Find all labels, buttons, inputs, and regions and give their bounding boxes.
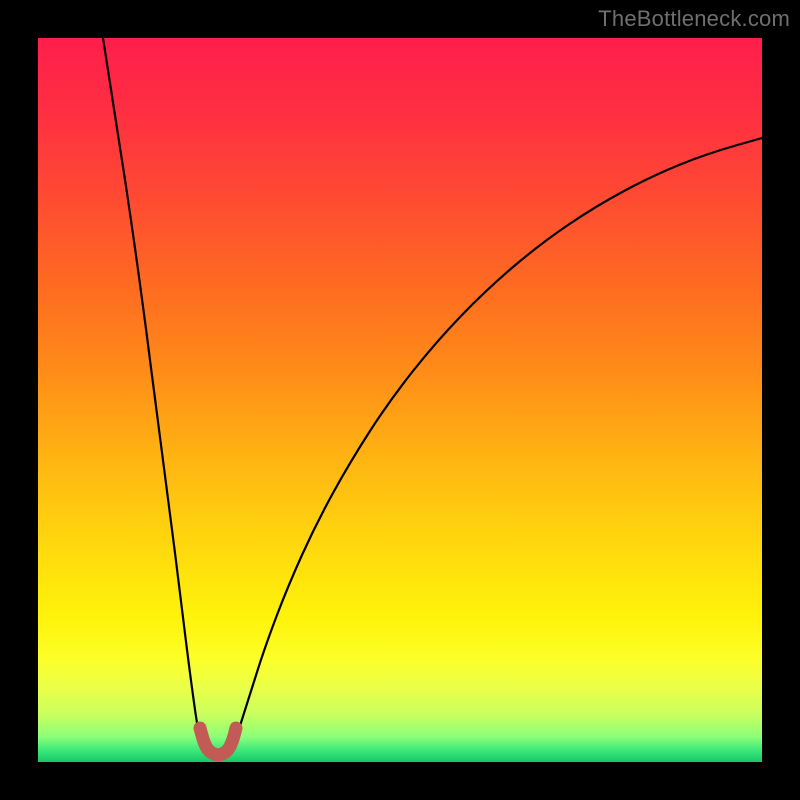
gradient-background <box>38 38 762 762</box>
plot-area <box>38 38 762 762</box>
chart-stage: TheBottleneck.com <box>0 0 800 800</box>
chart-svg <box>38 38 762 762</box>
watermark-text: TheBottleneck.com <box>598 6 790 32</box>
